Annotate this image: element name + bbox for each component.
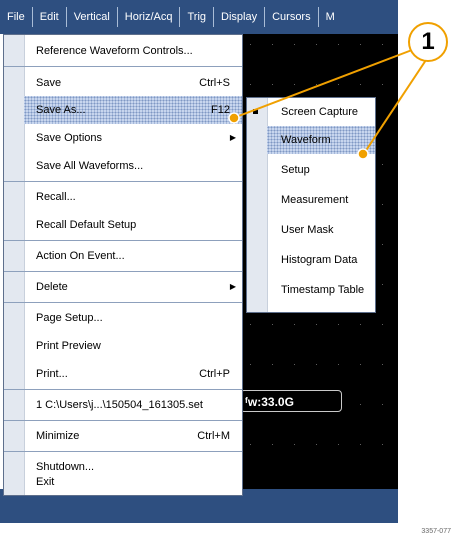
menu-item-delete[interactable]: Delete ▶ — [24, 273, 242, 301]
menu-vertical[interactable]: Vertical — [67, 7, 118, 27]
graticule-dot — [382, 324, 383, 325]
menu-item-action-on-event[interactable]: Action On Event... — [24, 242, 242, 270]
menu-item-reference-waveform-controls[interactable]: Reference Waveform Controls... — [24, 37, 242, 65]
submenu-item-timestamp-table[interactable]: Timestamp Table — [267, 276, 375, 304]
graticule-dot — [250, 324, 251, 325]
submenu-item-user-mask[interactable]: User Mask — [267, 216, 375, 244]
graticule-dot — [338, 324, 339, 325]
menu-item-recent-file[interactable]: 1 C:\Users\j...\150504_161305.set — [24, 391, 242, 419]
menu-separator — [4, 389, 242, 390]
graticule-dot — [382, 364, 383, 365]
step-callout: 1 — [408, 22, 448, 62]
graticule-dot — [294, 44, 295, 45]
menu-bar: File Edit Vertical Horiz/Acq Trig Displa… — [0, 0, 398, 34]
submenu-item-screen-capture[interactable]: Screen Capture — [267, 98, 375, 126]
graticule-dot — [382, 84, 383, 85]
graticule-dot — [382, 444, 383, 445]
graticule-dot — [272, 364, 273, 365]
submenu-item-setup[interactable]: Setup — [267, 156, 375, 184]
figure-id: 3357-077 — [421, 528, 451, 535]
menu-separator — [4, 271, 242, 272]
menu-item-recall[interactable]: Recall... — [24, 183, 242, 211]
menu-edit[interactable]: Edit — [33, 7, 67, 27]
graticule-dot — [294, 324, 295, 325]
graticule-dot — [382, 204, 383, 205]
graticule-dot — [272, 324, 273, 325]
graticule-dot — [250, 444, 251, 445]
graticule-dot — [360, 404, 361, 405]
menu-separator — [4, 240, 242, 241]
shortcut-label: Ctrl+S — [199, 77, 230, 89]
menu-icon-strip — [4, 35, 25, 495]
graticule-dot — [294, 444, 295, 445]
graticule-dot — [360, 324, 361, 325]
submenu-arrow-icon: ▶ — [229, 282, 236, 291]
menu-more[interactable]: M — [319, 7, 342, 27]
graticule-dot — [360, 84, 361, 85]
graticule-dot — [382, 284, 383, 285]
submenu-arrow-icon: ▶ — [229, 133, 236, 142]
menu-cursors[interactable]: Cursors — [265, 7, 319, 27]
menu-item-recall-default-setup[interactable]: Recall Default Setup — [24, 211, 242, 239]
graticule-dot — [382, 44, 383, 45]
graticule-dot — [382, 404, 383, 405]
readout-box: ᶠw:33.0G — [240, 390, 342, 412]
submenu-item-histogram-data[interactable]: Histogram Data — [267, 246, 375, 274]
menu-item-exit[interactable]: Exit — [24, 469, 242, 495]
shortcut-label: F12 — [211, 104, 230, 116]
menu-separator — [4, 451, 242, 452]
menu-horiz-acq[interactable]: Horiz/Acq — [118, 7, 181, 27]
shortcut-label: Ctrl+P — [199, 368, 230, 380]
graticule-dot — [360, 364, 361, 365]
menu-item-page-setup[interactable]: Page Setup... — [24, 304, 242, 332]
graticule-dot — [316, 364, 317, 365]
menu-item-print-preview[interactable]: Print Preview — [24, 332, 242, 360]
graticule-dot — [338, 364, 339, 365]
graticule-dot — [316, 44, 317, 45]
file-menu: Reference Waveform Controls... Save Ctrl+… — [3, 34, 243, 496]
graticule-dot — [338, 84, 339, 85]
graticule-dot — [316, 444, 317, 445]
menu-item-save[interactable]: Save Ctrl+S — [24, 69, 242, 97]
graticule-dot — [382, 164, 383, 165]
graticule-dot — [338, 44, 339, 45]
selected-bullet-icon — [253, 109, 258, 114]
graticule-dot — [250, 364, 251, 365]
graticule-dot — [360, 44, 361, 45]
menu-separator — [4, 181, 242, 182]
menu-item-save-all-waveforms[interactable]: Save All Waveforms... — [24, 152, 242, 180]
graticule-dot — [382, 124, 383, 125]
graticule-dot — [272, 444, 273, 445]
graticule-dot — [360, 444, 361, 445]
graticule-dot — [294, 364, 295, 365]
menu-separator — [4, 66, 242, 67]
menu-item-save-as[interactable]: Save As... F12 — [24, 96, 242, 124]
graticule-dot — [272, 44, 273, 45]
submenu-item-measurement[interactable]: Measurement — [267, 186, 375, 214]
graticule-dot — [316, 324, 317, 325]
graticule-dot — [250, 84, 251, 85]
menu-item-minimize[interactable]: Minimize Ctrl+M — [24, 422, 242, 450]
menu-trig[interactable]: Trig — [180, 7, 215, 27]
graticule-dot — [338, 444, 339, 445]
graticule-dot — [250, 44, 251, 45]
menu-display[interactable]: Display — [214, 7, 266, 27]
graticule-dot — [272, 84, 273, 85]
graticule-dot — [316, 84, 317, 85]
menu-separator — [4, 302, 242, 303]
save-as-submenu: Screen Capture Waveform Setup Measuremen… — [246, 97, 376, 313]
graticule-dot — [294, 84, 295, 85]
menu-file[interactable]: File — [0, 7, 33, 27]
submenu-item-waveform[interactable]: Waveform — [267, 126, 375, 154]
submenu-icon-strip — [247, 98, 268, 312]
graticule-dot — [382, 244, 383, 245]
shortcut-label: Ctrl+M — [197, 430, 230, 442]
menu-item-print[interactable]: Print... Ctrl+P — [24, 360, 242, 388]
menu-separator — [4, 420, 242, 421]
menu-item-save-options[interactable]: Save Options ▶ — [24, 124, 242, 152]
